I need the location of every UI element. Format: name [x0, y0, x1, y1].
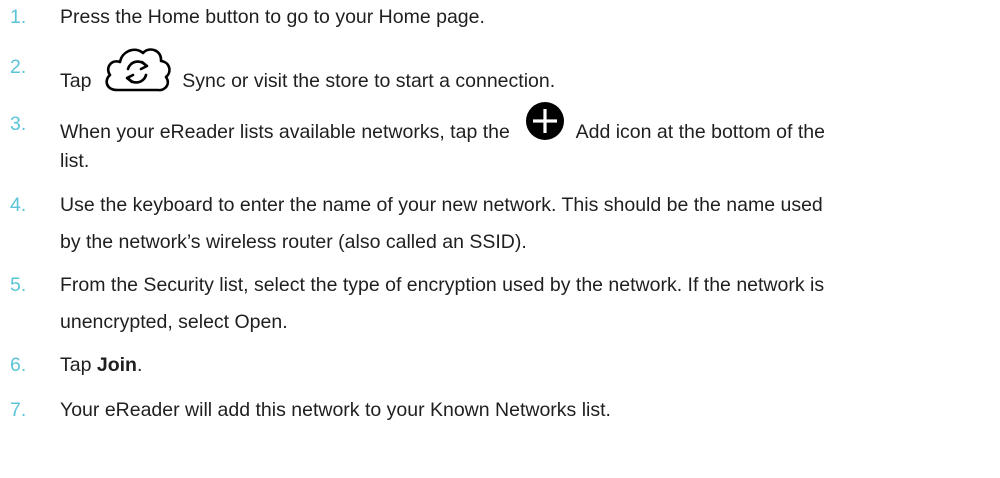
- step-text-pre: When your eReader lists available networ…: [60, 121, 510, 144]
- step-text-line: Use the keyboard to enter the name of yo…: [60, 194, 823, 216]
- join-label: Join: [96, 354, 137, 376]
- step-number: 6.: [10, 354, 27, 376]
- sync-icon: [101, 44, 173, 96]
- step-number: 3.: [10, 113, 27, 135]
- step-text: Press the Home button to go to your Home…: [60, 6, 485, 28]
- step-number: 5.: [10, 274, 27, 296]
- step-text-post: Add icon at the bottom of the: [575, 121, 825, 144]
- step-text-line: From the Security list, select the type …: [60, 274, 825, 296]
- step-text-post: .: [136, 354, 143, 376]
- step-text-post: Sync or visit the store to start a conne…: [182, 70, 556, 93]
- step-text: When your eReader lists available networ…: [60, 102, 825, 153]
- step-text-pre: Tap: [60, 354, 92, 376]
- step-number: 2.: [10, 56, 27, 78]
- step-text: Tap Join.: [60, 354, 142, 377]
- step-text: Your eReader will add this network to yo…: [60, 399, 611, 421]
- step-text-line: by the network’s wireless router (also c…: [60, 231, 527, 253]
- add-icon: [525, 101, 565, 141]
- step-text: Tap Sync or visit the store to start a c…: [60, 48, 556, 108]
- step-text-line: unencrypted, select Open.: [60, 311, 288, 333]
- step-number: 1.: [10, 6, 27, 28]
- step-number: 7.: [10, 399, 27, 421]
- step-text-pre: Tap: [60, 70, 92, 93]
- step-number: 4.: [10, 194, 27, 216]
- step-text-continued: list.: [60, 150, 90, 172]
